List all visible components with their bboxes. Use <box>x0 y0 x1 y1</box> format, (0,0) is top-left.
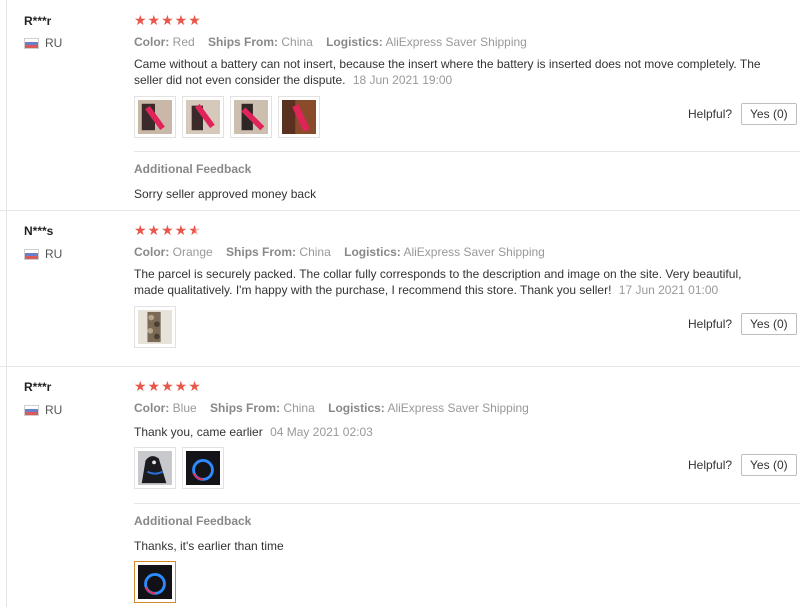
rating-stars: ★★★★★ <box>134 222 202 239</box>
review-meta: Color: Red Ships From: China Logistics: … <box>134 35 527 49</box>
review-item: R***r RU ★★★★★ Color: Red Ships From: Ch… <box>0 0 800 210</box>
collar-red-photo-icon <box>234 100 268 134</box>
reviewer-name: R***r <box>24 14 52 28</box>
collar-blue-glow-photo-icon <box>186 451 220 485</box>
helpful-yes-button[interactable]: Yes (0) <box>741 103 797 125</box>
half-star-icon: ★ <box>188 222 202 238</box>
ships-from-value: China <box>299 245 331 259</box>
review-photo-thumb[interactable] <box>230 96 272 138</box>
collar-red-photo-icon <box>186 100 220 134</box>
color-value: Blue <box>172 401 197 415</box>
logistics-label: Logistics: <box>326 35 383 49</box>
divider <box>134 151 800 152</box>
dog-collar-photo-icon <box>138 451 172 485</box>
review-date: 04 May 2021 02:03 <box>270 425 373 439</box>
additional-feedback-title: Additional Feedback <box>134 162 252 176</box>
review-text: The parcel is securely packed. The colla… <box>134 266 774 298</box>
logistics-value: AliExpress Saver Shipping <box>403 245 545 259</box>
reviewer-country: RU <box>24 247 62 261</box>
collar-red-photo-icon <box>138 100 172 134</box>
additional-feedback-title: Additional Feedback <box>134 514 252 528</box>
country-code: RU <box>45 403 63 417</box>
ships-from-label: Ships From: <box>210 401 281 415</box>
russia-flag-icon <box>24 404 39 416</box>
review-photo-thumb[interactable] <box>134 447 176 489</box>
collar-blue-glow-photo-icon <box>138 565 172 599</box>
logistics-value: AliExpress Saver Shipping <box>385 35 527 49</box>
review-body: Thank you, came earlier <box>134 425 263 439</box>
helpful-label: Helpful? <box>688 107 733 121</box>
helpful-yes-button[interactable]: Yes (0) <box>741 313 797 335</box>
color-value: Orange <box>172 245 213 259</box>
review-photos <box>134 306 176 348</box>
helpful-vote: Helpful? Yes (0) <box>688 103 797 125</box>
review-meta: Color: Orange Ships From: China Logistic… <box>134 245 545 259</box>
reviewer-country: RU <box>24 403 62 417</box>
color-value: Red <box>172 35 195 49</box>
reviewer-name: R***r <box>24 380 52 394</box>
review-photo-thumb[interactable] <box>134 96 176 138</box>
review-photo-thumb[interactable] <box>134 306 176 348</box>
helpful-vote: Helpful? Yes (0) <box>688 454 797 476</box>
reviewer-country: RU <box>24 36 62 50</box>
review-photo-thumb[interactable] <box>182 447 224 489</box>
star-icons: ★★★★★ <box>134 12 202 28</box>
review-text: Thank you, came earlier 04 May 2021 02:0… <box>134 424 774 440</box>
additional-feedback-photos <box>134 561 176 603</box>
helpful-yes-button[interactable]: Yes (0) <box>741 454 797 476</box>
ships-from-value: China <box>281 35 313 49</box>
logistics-label: Logistics: <box>328 401 385 415</box>
logistics-label: Logistics: <box>344 245 401 259</box>
review-text: Came without a battery can not insert, b… <box>134 56 774 88</box>
russia-flag-icon <box>24 37 39 49</box>
star-icons: ★★★★★ <box>134 378 202 394</box>
helpful-vote: Helpful? Yes (0) <box>688 313 797 335</box>
logistics-value: AliExpress Saver Shipping <box>387 401 529 415</box>
collar-camo-photo-icon <box>138 310 172 344</box>
review-date: 17 Jun 2021 01:00 <box>618 283 719 297</box>
russia-flag-icon <box>24 248 39 260</box>
ships-from-label: Ships From: <box>208 35 279 49</box>
star-icons: ★★★★ <box>134 222 189 238</box>
review-photos <box>134 96 320 138</box>
collar-red-photo-icon <box>282 100 316 134</box>
review-meta: Color: Blue Ships From: China Logistics:… <box>134 401 529 415</box>
ships-from-value: China <box>283 401 315 415</box>
additional-feedback-text: Sorry seller approved money back <box>134 187 317 201</box>
review-photo-thumb[interactable] <box>278 96 320 138</box>
divider <box>134 503 800 504</box>
additional-feedback-text: Thanks, it's earlier than time <box>134 539 284 553</box>
rating-stars: ★★★★★ <box>134 12 202 29</box>
helpful-label: Helpful? <box>688 317 733 331</box>
review-item: R***r RU ★★★★★ Color: Blue Ships From: C… <box>0 366 800 607</box>
country-code: RU <box>45 247 63 261</box>
review-photos <box>134 447 224 489</box>
review-item: N***s RU ★★★★★ Color: Orange Ships From:… <box>0 210 800 366</box>
country-code: RU <box>45 36 63 50</box>
review-photo-thumb[interactable] <box>182 96 224 138</box>
ships-from-label: Ships From: <box>226 245 297 259</box>
reviewer-name: N***s <box>24 224 54 238</box>
review-photo-thumb[interactable] <box>134 561 176 603</box>
color-label: Color: <box>134 401 170 415</box>
review-date: 18 Jun 2021 19:00 <box>352 73 453 87</box>
rating-stars: ★★★★★ <box>134 378 202 395</box>
helpful-label: Helpful? <box>688 458 733 472</box>
color-label: Color: <box>134 35 170 49</box>
color-label: Color: <box>134 245 170 259</box>
